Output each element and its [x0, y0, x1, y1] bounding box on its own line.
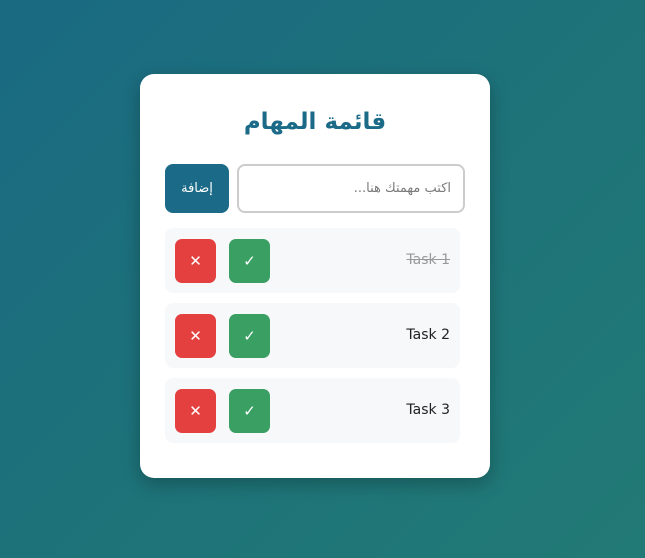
task-text: Task 3 [406, 402, 450, 418]
task-text: Task 2 [406, 327, 450, 343]
page-title: قائمة المهام [243, 109, 387, 135]
delete-task-button[interactable]: ✕ [175, 389, 216, 433]
task-item: ✕ ✓ Task 3 [165, 378, 460, 443]
task-text: Task 1 [406, 252, 450, 268]
close-icon: ✕ [189, 327, 202, 345]
task-list: ✕ ✓ Task 1 ✕ ✓ Task 2 ✕ ✓ Task 3 [165, 228, 460, 453]
todo-card: قائمة المهام إضافة ✕ ✓ Task 1 ✕ ✓ Task 2 [140, 74, 490, 478]
close-icon: ✕ [189, 402, 202, 420]
complete-task-button[interactable]: ✓ [229, 239, 270, 283]
task-input[interactable] [237, 164, 465, 213]
complete-task-button[interactable]: ✓ [229, 314, 270, 358]
check-icon: ✓ [243, 402, 256, 420]
add-task-form: إضافة [165, 164, 465, 214]
close-icon: ✕ [189, 252, 202, 270]
check-icon: ✓ [243, 327, 256, 345]
delete-task-button[interactable]: ✕ [175, 239, 216, 283]
add-task-button[interactable]: إضافة [165, 164, 229, 213]
check-icon: ✓ [243, 252, 256, 270]
task-item: ✕ ✓ Task 1 [165, 228, 460, 293]
task-item: ✕ ✓ Task 2 [165, 303, 460, 368]
complete-task-button[interactable]: ✓ [229, 389, 270, 433]
delete-task-button[interactable]: ✕ [175, 314, 216, 358]
